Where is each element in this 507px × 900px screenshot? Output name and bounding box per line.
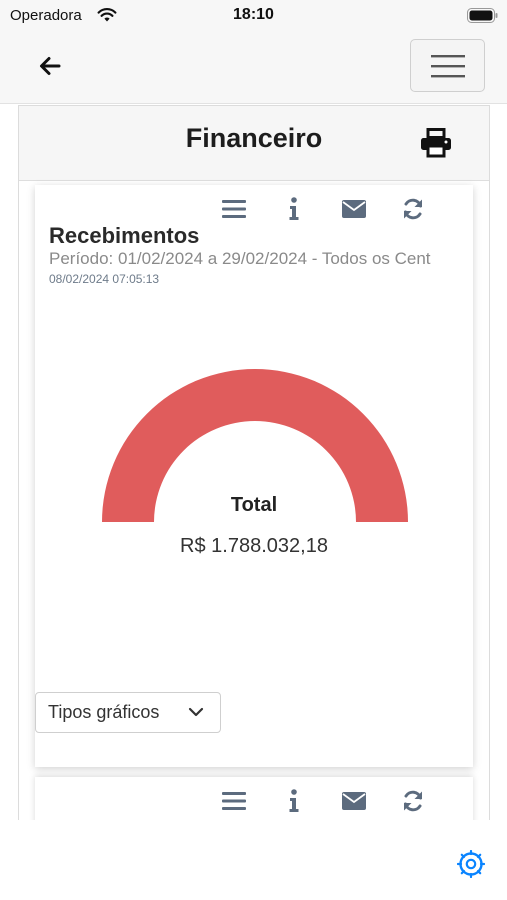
list-button[interactable] [219,195,249,223]
card-toolbar [213,195,473,223]
card-period: Período: 01/02/2024 a 29/02/2024 - Todos… [49,249,431,268]
arrow-left-icon [40,57,61,75]
info-button-2[interactable] [279,787,309,815]
chevron-down-icon [188,707,204,717]
list-button-2[interactable] [219,787,249,815]
info-button[interactable] [279,195,309,223]
refresh-icon [404,790,422,812]
envelope-icon [342,200,366,218]
back-button[interactable] [32,50,68,82]
chart-type-selected: Tipos gráficos [48,702,160,722]
bottom-bar [0,820,507,900]
receivables-card: Recebimentos Período: 01/02/2024 a 29/02… [35,185,473,767]
hamburger-menu-button[interactable] [410,39,485,92]
print-button[interactable] [419,126,453,160]
nav-bar [0,30,507,104]
card-timestamp: 08/02/2024 07:05:13 [49,272,160,286]
panel-header: Financeiro [19,106,489,181]
chart-type-select[interactable]: Tipos gráficos [35,692,221,733]
gauge-center-value: R$ 1.788.032,18 [180,535,328,557]
list-icon [222,200,246,218]
refresh-button[interactable] [398,195,428,223]
settings-icon[interactable] [457,850,485,878]
email-button-2[interactable] [339,787,369,815]
gauge-center-label: Total [230,494,278,516]
info-icon [289,789,299,812]
status-bar: Operadora 18:10 [0,0,507,30]
battery-icon [467,8,498,23]
info-icon [289,197,299,220]
status-time: 18:10 [233,6,274,23]
list-icon [222,792,246,810]
card-title: Recebimentos [49,223,200,248]
refresh-icon [404,198,422,220]
envelope-icon [342,792,366,810]
hamburger-menu-icon [430,54,465,77]
half-donut-chart [102,369,408,522]
refresh-button-2[interactable] [398,787,428,815]
printer-icon [421,128,451,158]
email-button[interactable] [339,195,369,223]
card2-toolbar [213,787,473,815]
